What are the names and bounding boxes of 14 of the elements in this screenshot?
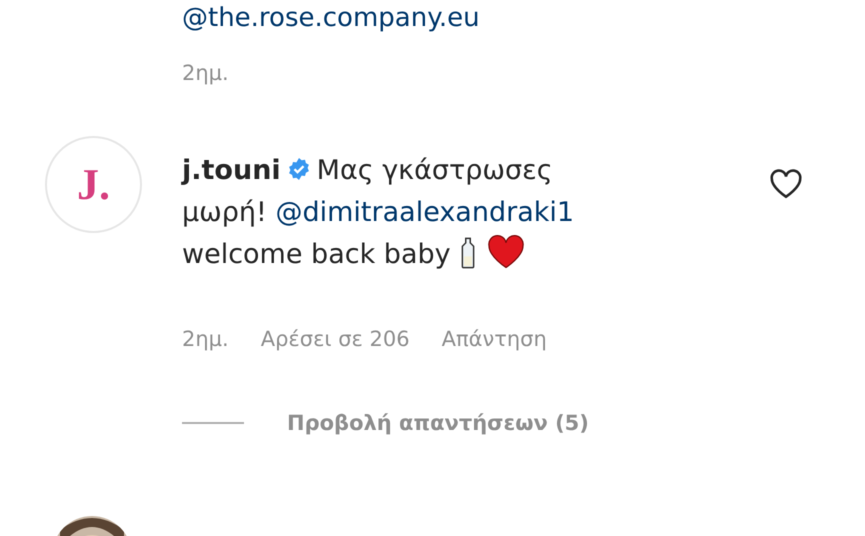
baby-bottle-icon xyxy=(459,237,478,269)
comment-time: 2ημ. xyxy=(182,60,229,87)
likes-button[interactable]: Αρέσει σε 206 xyxy=(260,324,410,354)
comment-time: 2ημ. xyxy=(182,326,229,353)
like-button[interactable] xyxy=(769,168,803,200)
heart-icon xyxy=(486,235,526,269)
heart-outline-icon xyxy=(769,168,803,200)
view-replies-button[interactable]: Προβολή απαντήσεων (5) xyxy=(287,408,589,438)
comment-text: j.touni Μας γκάστρωσες μωρή! @dimitraalexandraki1 welcome back baby xyxy=(182,154,576,272)
mention-link[interactable]: @the.rose.company.eu xyxy=(182,0,865,36)
reply-button[interactable]: Απάντηση xyxy=(442,324,547,354)
avatar[interactable]: J. xyxy=(45,136,142,233)
username-link[interactable]: j.touni xyxy=(182,155,281,186)
mention-link[interactable]: @dimitraalexandraki1 xyxy=(275,197,574,228)
